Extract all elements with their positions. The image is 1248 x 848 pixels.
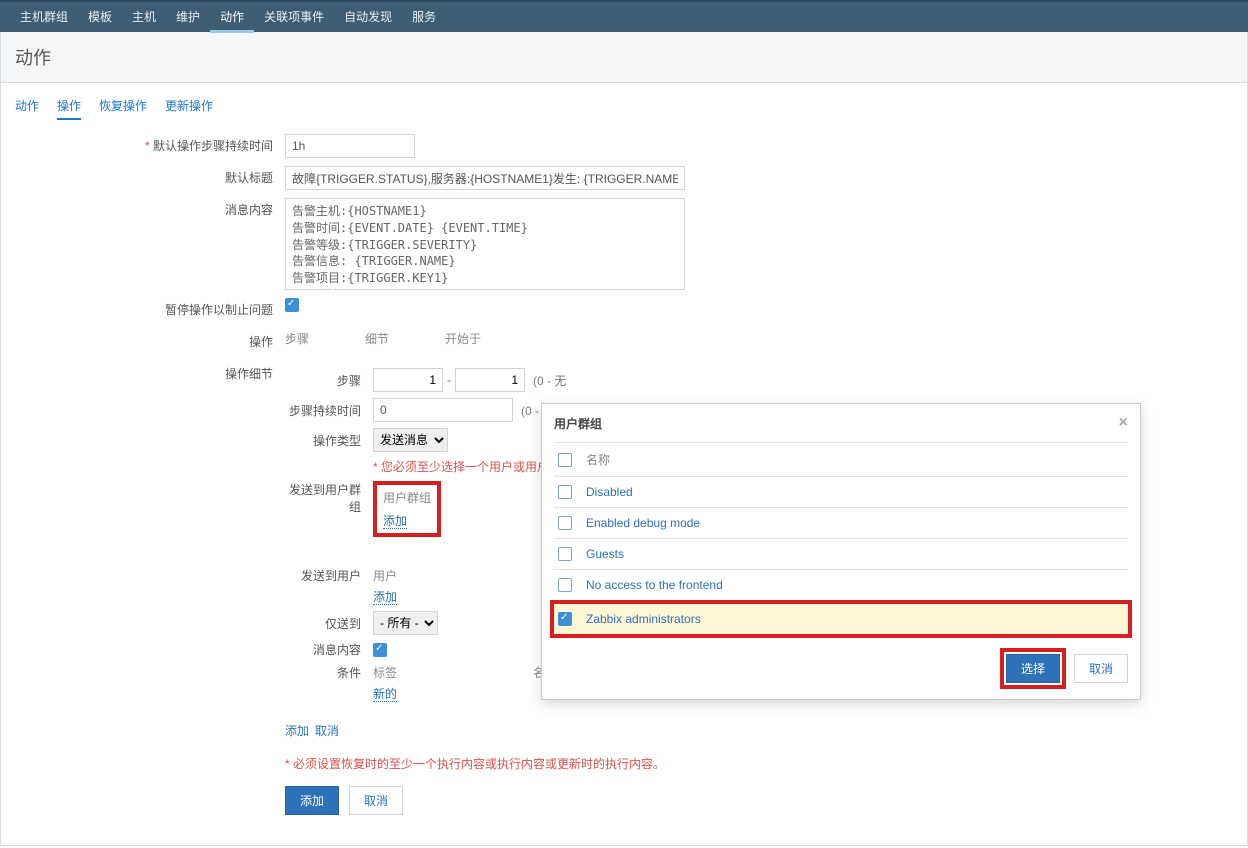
modal-col-name: 名称 (586, 451, 610, 468)
group-name[interactable]: Guests (586, 547, 624, 561)
input-default-duration[interactable] (285, 134, 415, 158)
content: 动作 操作 恢复操作 更新操作 默认操作步骤持续时间 默认标题 消息内容 告警主… (0, 83, 1248, 846)
cancel-op-link[interactable]: 取消 (315, 722, 339, 739)
nav-hostgroups[interactable]: 主机群组 (10, 1, 78, 33)
top-nav: 主机群组 模板 主机 维护 动作 关联项事件 自动发现 服务 (0, 0, 1248, 32)
subtab-action[interactable]: 动作 (15, 97, 39, 120)
subtab-update[interactable]: 更新操作 (165, 97, 213, 120)
label-op-type: 操作类型 (285, 432, 373, 449)
group-row-debug[interactable]: Enabled debug mode (554, 507, 1128, 538)
step-hint: (0 - 无 (533, 372, 566, 389)
checkbox-msg-content[interactable] (373, 643, 387, 657)
label-step: 步骤 (285, 372, 373, 389)
add-button[interactable]: 添加 (285, 786, 339, 815)
checkbox-pause[interactable] (285, 298, 299, 312)
page-header: 动作 (0, 32, 1248, 83)
checkbox-select-all[interactable] (558, 453, 572, 467)
group-row-disabled[interactable]: Disabled (554, 476, 1128, 507)
nav-discovery[interactable]: 自动发现 (334, 1, 402, 33)
label-pause: 暂停操作以制止问题 (15, 298, 285, 322)
group-row-guests[interactable]: Guests (554, 538, 1128, 569)
redbox-select-btn: 选择 (1000, 648, 1066, 689)
nav-actions[interactable]: 动作 (210, 1, 254, 33)
warn-must-select: * 您必须至少选择一个用户或用户组 (373, 458, 561, 475)
nav-services[interactable]: 服务 (402, 1, 446, 33)
input-step-from[interactable] (373, 368, 443, 392)
modal-header-row: 名称 (554, 442, 1128, 476)
page-title: 动作 (15, 44, 1233, 70)
usergroup-modal: 用户群组 × 名称 Disabled Enabled debug mode Gu… (541, 403, 1141, 700)
select-button[interactable]: 选择 (1006, 654, 1060, 683)
label-msg-content2: 消息内容 (285, 641, 373, 658)
subtab-operation[interactable]: 操作 (57, 97, 81, 120)
ops-col-start: 开始于 (445, 330, 525, 347)
label-default-duration: 默认操作步骤持续时间 (15, 134, 285, 158)
select-op-type[interactable]: 发送消息 (373, 428, 448, 452)
label-condition: 条件 (285, 664, 373, 681)
step-sep: - (447, 373, 451, 387)
label-default-title: 默认标题 (15, 166, 285, 190)
redbox-usergroup: 用户群组 添加 (373, 481, 441, 537)
group-name[interactable]: No access to the frontend (586, 578, 723, 592)
group-name[interactable]: Disabled (586, 485, 633, 499)
nav-maintenance[interactable]: 维护 (166, 1, 210, 33)
label-step-duration: 步骤持续时间 (285, 402, 373, 419)
modal-title: 用户群组 (554, 415, 602, 432)
input-step-to[interactable] (455, 368, 525, 392)
subtab-recovery[interactable]: 恢复操作 (99, 97, 147, 120)
nav-templates[interactable]: 模板 (78, 1, 122, 33)
label-only-to: 仅送到 (285, 615, 373, 632)
add-user-link[interactable]: 添加 (373, 590, 397, 605)
modal-cancel-button[interactable]: 取消 (1074, 654, 1128, 683)
nav-hosts[interactable]: 主机 (122, 1, 166, 33)
cond-col-tag: 标签 (373, 664, 533, 681)
add-op-link[interactable]: 添加 (285, 722, 309, 739)
checkbox-disabled[interactable] (558, 485, 572, 499)
group-name[interactable]: Zabbix administrators (586, 612, 701, 626)
checkbox-guests[interactable] (558, 547, 572, 561)
checkbox-noaccess[interactable] (558, 578, 572, 592)
group-row-noaccess[interactable]: No access to the frontend (554, 569, 1128, 600)
subtabs: 动作 操作 恢复操作 更新操作 (15, 93, 1233, 126)
group-row-zabbix-admins[interactable]: Zabbix administrators (554, 604, 1128, 634)
new-condition-link[interactable]: 新的 (373, 687, 397, 702)
input-default-title[interactable] (285, 166, 685, 190)
label-operations: 操作 (15, 330, 285, 354)
checkbox-zabbix-admins[interactable] (558, 612, 572, 626)
select-only-to[interactable]: - 所有 - (373, 611, 438, 635)
label-op-detail: 操作细节 (15, 362, 285, 386)
cancel-button[interactable]: 取消 (349, 786, 403, 815)
footer-warn: * 必须设置恢复时的至少一个执行内容或执行内容或更新时的执行内容。 (285, 757, 665, 771)
redbox-selected-group: Zabbix administrators (550, 600, 1132, 638)
input-step-duration[interactable] (373, 398, 513, 422)
group-name[interactable]: Enabled debug mode (586, 516, 700, 530)
nav-correlation[interactable]: 关联项事件 (254, 1, 334, 33)
ops-table-header: 步骤 细节 开始于 (285, 330, 525, 347)
checkbox-debug[interactable] (558, 516, 572, 530)
add-usergroup-link[interactable]: 添加 (383, 514, 407, 529)
usergroup-header: 用户群组 (383, 489, 431, 506)
label-message-content: 消息内容 (15, 198, 285, 222)
ops-col-detail: 细节 (365, 330, 445, 347)
close-icon[interactable]: × (1119, 414, 1128, 432)
ops-col-step: 步骤 (285, 330, 365, 347)
label-send-user: 发送到用户 (285, 567, 373, 584)
textarea-message-content[interactable]: 告警主机:{HOSTNAME1} 告警时间:{EVENT.DATE} {EVEN… (285, 198, 685, 290)
label-send-group: 发送到用户群组 (285, 481, 373, 515)
